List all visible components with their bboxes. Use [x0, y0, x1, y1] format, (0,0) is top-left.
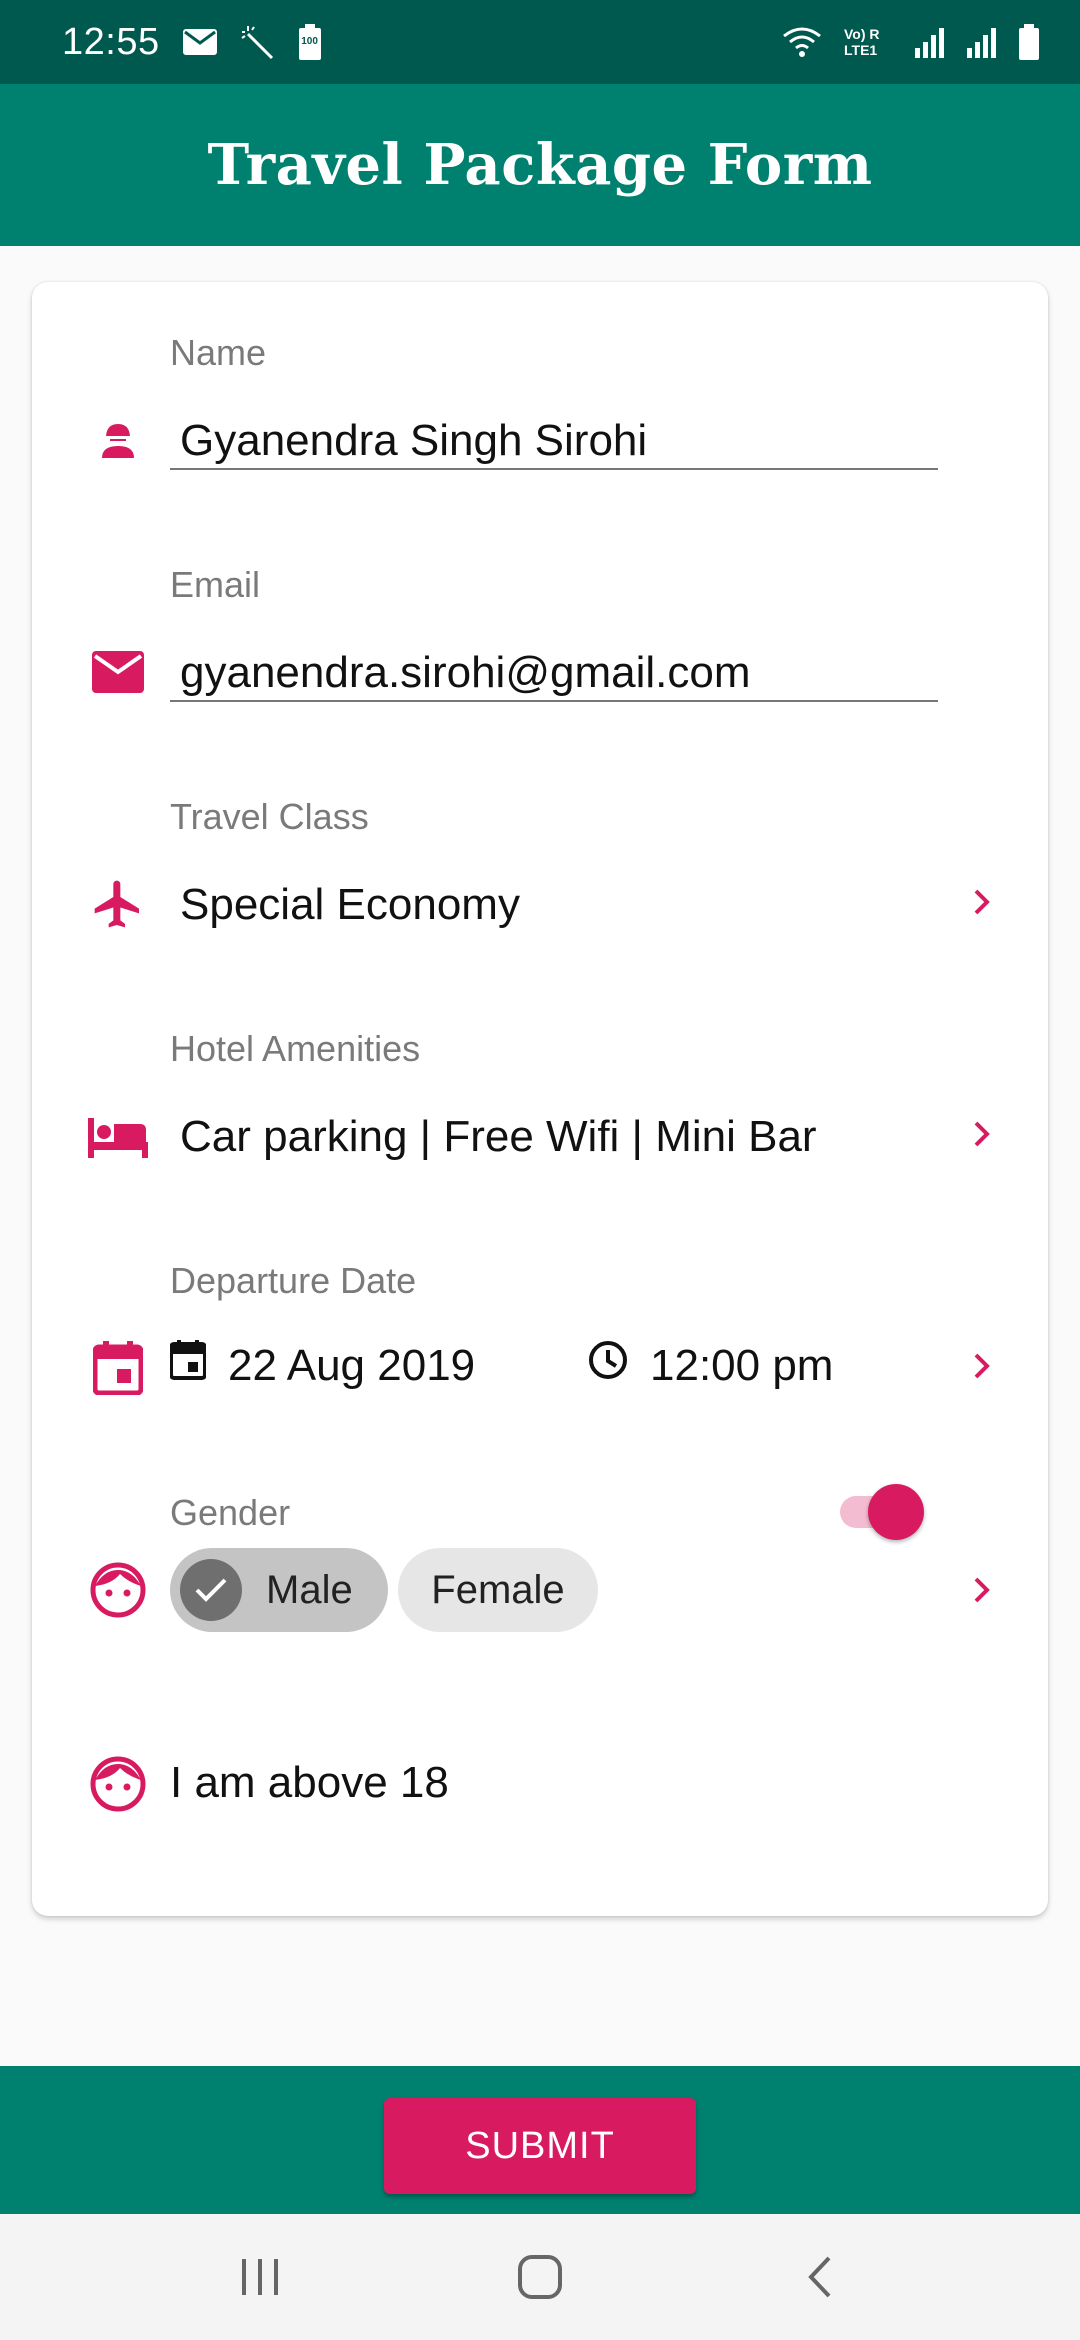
status-time: 12:55 — [62, 20, 160, 63]
name-field[interactable]: Gyanendra Singh Sirohi — [180, 416, 647, 466]
airplane-icon — [86, 872, 150, 936]
gender-chip-male-label: Male — [266, 1567, 353, 1612]
chevron-right-icon[interactable] — [962, 882, 1002, 922]
chevron-right-icon[interactable] — [962, 1570, 1002, 1610]
age-toggle-switch[interactable] — [840, 1480, 926, 1544]
email-label: Email — [170, 564, 261, 605]
signal-icon — [914, 26, 944, 58]
bed-icon — [86, 1104, 150, 1168]
email-underline — [170, 700, 938, 702]
recent-apps-icon[interactable] — [200, 2237, 320, 2317]
name-label: Name — [170, 332, 267, 373]
name-underline — [170, 468, 938, 470]
navigation-bar — [0, 2214, 1080, 2340]
email-field[interactable]: gyanendra.sirohi@gmail.com — [180, 648, 750, 698]
age-toggle-label: I am above 18 — [170, 1758, 449, 1807]
toggle-thumb — [868, 1484, 924, 1540]
check-icon — [180, 1559, 242, 1621]
chevron-right-icon[interactable] — [962, 1346, 1002, 1386]
bottom-action-bar: SUBMIT — [0, 2066, 1080, 2214]
gender-chip-male[interactable]: Male — [170, 1548, 388, 1632]
departure-time[interactable]: 12:00 pm — [588, 1340, 833, 1391]
status-left: 12:55 100 — [62, 21, 322, 64]
departure-time-value: 12:00 pm — [650, 1340, 834, 1390]
mail-notification-icon — [182, 28, 218, 56]
calendar-icon — [86, 1336, 150, 1400]
date-icon — [169, 1340, 207, 1391]
departure-date-value: 22 Aug 2019 — [228, 1340, 476, 1390]
departure-date[interactable]: 22 Aug 2019 — [169, 1340, 476, 1391]
app-bar: Travel Package Form — [0, 84, 1080, 246]
page-title: Travel Package Form — [207, 132, 873, 198]
email-icon — [86, 640, 150, 704]
battery-saver-icon: 100 — [298, 24, 322, 60]
back-icon[interactable] — [760, 2237, 880, 2317]
network-label: Vo) R LTE1 — [844, 26, 880, 58]
gender-label: Gender — [170, 1492, 291, 1533]
status-bar: 12:55 100 Vo) R LTE1 — [0, 0, 1080, 84]
travel-class-label: Travel Class — [170, 796, 369, 837]
clock-icon — [588, 1340, 628, 1391]
form-card: Name Gyanendra Singh Sirohi Email gyanen… — [32, 282, 1048, 1916]
status-right: Vo) R LTE1 — [782, 24, 1040, 60]
hotel-amenities-value[interactable]: Car parking | Free Wifi | Mini Bar — [180, 1112, 817, 1162]
wifi-icon — [782, 26, 822, 58]
battery-icon — [1018, 24, 1040, 60]
battery-saver-badge: 100 — [301, 36, 318, 47]
face-icon — [86, 1752, 150, 1816]
home-icon[interactable] — [480, 2237, 600, 2317]
hotel-amenities-label: Hotel Amenities — [170, 1028, 421, 1069]
gender-chip-female-label: Female — [431, 1567, 565, 1612]
travel-class-value[interactable]: Special Economy — [180, 880, 520, 930]
departure-date-label: Departure Date — [170, 1260, 417, 1301]
signal-icon-2 — [966, 26, 996, 58]
person-icon — [86, 408, 150, 472]
submit-button[interactable]: SUBMIT — [384, 2098, 696, 2194]
chevron-right-icon[interactable] — [962, 1114, 1002, 1154]
gender-chip-female[interactable]: Female — [398, 1548, 598, 1632]
magic-wand-icon — [240, 24, 276, 60]
face-icon — [86, 1558, 150, 1622]
